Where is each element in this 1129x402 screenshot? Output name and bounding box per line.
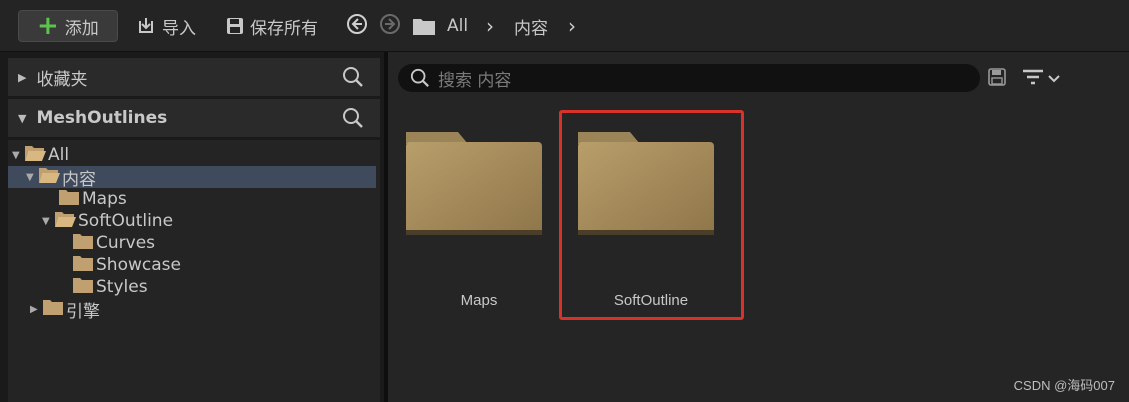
save-icon	[226, 17, 244, 35]
collapsed-arrow-icon: ▶	[30, 303, 38, 315]
folder-icon	[72, 254, 94, 277]
folder-tree: ▼ All ▼ 内容 Maps ▼ SoftOutline Curves Sho…	[8, 140, 380, 402]
add-button[interactable]: + 添加	[18, 10, 118, 42]
open-folder-icon	[38, 166, 60, 189]
tree-item-curves[interactable]: Curves	[72, 232, 155, 254]
open-folder-icon	[24, 144, 46, 167]
content-panel: 搜索 内容 Maps SoftOutline CSDN @海码007	[388, 52, 1129, 402]
breadcrumb-chevron-icon[interactable]: ›	[568, 10, 576, 42]
project-header[interactable]: ▼ MeshOutlines	[8, 99, 380, 137]
tree-item-maps[interactable]: Maps	[58, 188, 127, 210]
breadcrumb-item-all[interactable]: All	[447, 10, 468, 42]
tree-item-showcase[interactable]: Showcase	[72, 254, 181, 276]
expanded-arrow-icon: ▼	[18, 111, 27, 125]
tree-item-all[interactable]: ▼ All	[12, 144, 69, 166]
filter-button[interactable]	[1022, 68, 1060, 90]
breadcrumb-folder-icon	[412, 10, 436, 42]
search-placeholder: 搜索 内容	[438, 70, 512, 91]
plus-icon: +	[37, 11, 59, 41]
watermark: CSDN @海码007	[1013, 378, 1115, 393]
import-button[interactable]: 导入	[136, 10, 196, 42]
sources-panel: ▶ 收藏夹 ▼ MeshOutlines ▼ All ▼ 内容 Maps ▼ S…	[0, 52, 384, 402]
search-icon	[410, 68, 430, 88]
expanded-arrow-icon: ▼	[12, 149, 20, 161]
back-arrow-icon	[346, 13, 368, 40]
save-search-icon[interactable]	[988, 68, 1006, 90]
highlight-annotation-box	[559, 110, 744, 320]
tile-label: Maps	[460, 292, 498, 309]
import-icon	[136, 16, 156, 36]
search-input[interactable]: 搜索 内容	[398, 64, 980, 92]
save-all-button-label: 保存所有	[250, 18, 318, 39]
forward-arrow-icon	[379, 13, 401, 40]
tree-item-styles[interactable]: Styles	[72, 276, 148, 298]
import-button-label: 导入	[162, 18, 196, 39]
favorites-header[interactable]: ▶ 收藏夹	[8, 58, 380, 96]
search-icon[interactable]	[342, 107, 364, 134]
add-button-label: 添加	[64, 18, 99, 39]
tree-item-engine[interactable]: ▶ 引擎	[30, 298, 100, 322]
folder-icon	[72, 232, 94, 255]
collapsed-arrow-icon: ▶	[18, 70, 27, 84]
tree-item-content[interactable]: ▼ 内容	[8, 166, 376, 190]
tree-item-softoutline[interactable]: ▼ SoftOutline	[42, 210, 173, 232]
filter-icon	[1022, 68, 1044, 90]
save-all-button[interactable]: 保存所有	[226, 10, 318, 42]
toolbar: + 添加 导入 保存所有 All › 内容 ›	[0, 0, 1129, 52]
folder-tile-maps[interactable]: Maps	[404, 130, 554, 320]
open-folder-icon	[54, 210, 76, 233]
breadcrumb-item-content[interactable]: 内容	[514, 10, 548, 42]
project-label: MeshOutlines	[36, 108, 168, 128]
search-icon[interactable]	[342, 66, 364, 93]
folder-icon	[72, 276, 94, 299]
expanded-arrow-icon: ▼	[42, 215, 50, 227]
folder-icon	[58, 188, 80, 211]
expanded-arrow-icon: ▼	[26, 171, 34, 183]
favorites-label: 收藏夹	[36, 69, 88, 90]
folder-icon	[406, 132, 542, 235]
back-button[interactable]	[346, 10, 368, 42]
breadcrumb-chevron-icon[interactable]: ›	[486, 10, 494, 42]
forward-button[interactable]	[379, 10, 401, 42]
chevron-down-icon	[1048, 70, 1060, 88]
folder-icon	[42, 298, 64, 321]
